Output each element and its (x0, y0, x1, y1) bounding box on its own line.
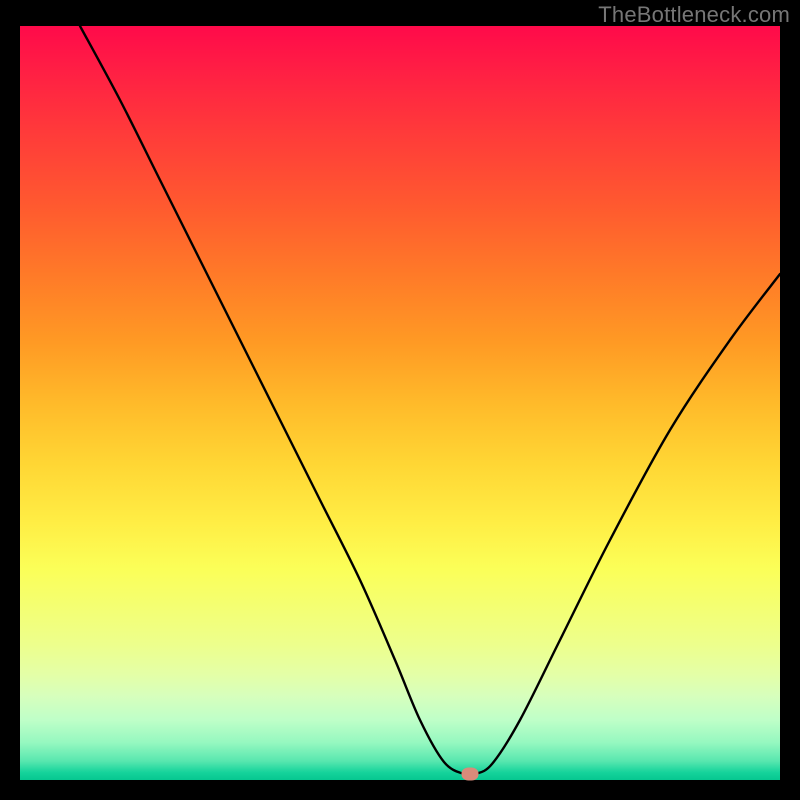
plot-area (20, 26, 780, 780)
watermark-text: TheBottleneck.com (598, 2, 790, 28)
curve-svg (20, 26, 780, 780)
optimum-marker (462, 768, 479, 781)
bottleneck-curve (80, 26, 780, 775)
chart-frame: TheBottleneck.com (0, 0, 800, 800)
